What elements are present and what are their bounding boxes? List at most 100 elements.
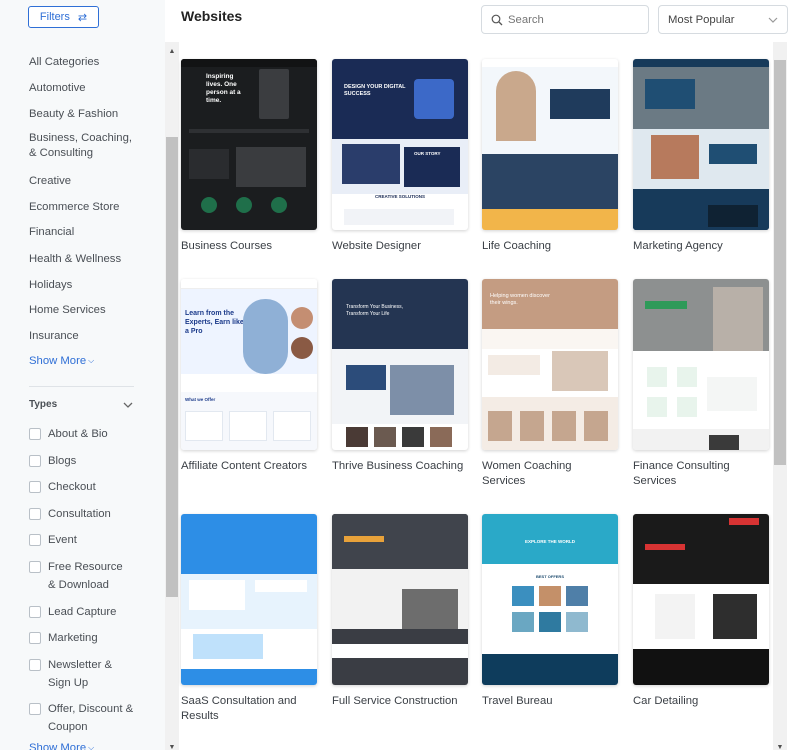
template-thumbnail: EXPLORE THE WORLD BEST OFFERS	[482, 514, 618, 685]
chevron-down-icon: ⌵	[88, 356, 95, 365]
type-checkout[interactable]: Checkout	[29, 480, 96, 496]
types-heading: Types	[29, 399, 58, 410]
template-card[interactable]: Full Service Construction	[332, 514, 468, 709]
type-offer-discount[interactable]: Offer, Discount & Coupon	[29, 702, 139, 736]
checkbox[interactable]	[29, 534, 41, 546]
template-card[interactable]: EXPLORE THE WORLD BEST OFFERS Travel Bur…	[482, 514, 618, 709]
category-business-coaching[interactable]: Business, Coaching, & Consulting	[29, 132, 139, 161]
scrollbar-thumb[interactable]	[166, 137, 178, 597]
chevron-down-icon: ⌵	[88, 743, 95, 750]
category-insurance[interactable]: Insurance	[29, 329, 79, 345]
template-thumbnail: Learn from the Experts, Earn like a Pro …	[181, 279, 317, 450]
template-card[interactable]: Transform Your Business, Transform Your …	[332, 279, 468, 474]
search-input[interactable]	[508, 13, 638, 26]
template-card[interactable]: Life Coaching	[482, 59, 618, 254]
template-title: Travel Bureau	[482, 695, 553, 707]
type-free-resource[interactable]: Free Resource & Download	[29, 560, 129, 594]
category-home-services[interactable]: Home Services	[29, 303, 106, 319]
category-label: All Categories	[29, 56, 100, 68]
template-card[interactable]: Learn from the Experts, Earn like a Pro …	[181, 279, 317, 474]
template-thumbnail: Inspiring lives. One person at a time.	[181, 59, 317, 230]
checkbox[interactable]	[29, 606, 41, 618]
template-title: Business Courses	[181, 240, 273, 252]
type-label: Free Resource & Download	[48, 561, 123, 591]
type-consultation[interactable]: Consultation	[29, 507, 111, 523]
thumb-headline: DESIGN YOUR DIGITAL SUCCESS	[344, 84, 406, 97]
checkbox[interactable]	[29, 703, 41, 715]
chevron-down-icon	[123, 402, 133, 408]
template-card[interactable]: DESIGN YOUR DIGITAL SUCCESS OUR STORY CR…	[332, 59, 468, 254]
checkbox[interactable]	[29, 561, 41, 573]
checkbox[interactable]	[29, 481, 41, 493]
scrollbar-thumb[interactable]	[774, 60, 786, 465]
category-all[interactable]: All Categories	[29, 55, 99, 71]
type-label: Consultation	[48, 508, 111, 520]
category-beauty-fashion[interactable]: Beauty & Fashion	[29, 107, 118, 123]
show-more-label: Show More	[29, 742, 87, 750]
sort-value: Most Popular	[668, 13, 735, 26]
template-card[interactable]: Helping women discover their wings. Wome…	[482, 279, 618, 489]
thumb-subheading: What we Offer	[185, 397, 216, 402]
filters-button[interactable]: Filters ⇄	[28, 6, 99, 28]
template-card[interactable]: SaaS Consultation and Results	[181, 514, 317, 724]
thumb-headline: EXPLORE THE WORLD	[524, 539, 575, 544]
category-health-wellness[interactable]: Health & Wellness	[29, 252, 121, 268]
sort-select[interactable]: Most Popular	[658, 5, 788, 34]
main-scrollbar[interactable]: ▼	[773, 42, 787, 751]
template-title: SaaS Consultation and Results	[181, 695, 297, 722]
show-more-categories[interactable]: Show More ⌵	[29, 355, 94, 367]
template-title: Finance Consulting Services	[633, 460, 730, 487]
template-thumbnail	[332, 514, 468, 685]
checkbox[interactable]	[29, 455, 41, 467]
category-label: Financial	[29, 226, 75, 238]
thumb-headline: Transform Your Business, Transform Your …	[346, 304, 404, 317]
thumb-headline: Inspiring lives. One person at a time.	[206, 73, 241, 104]
type-newsletter[interactable]: Newsletter & Sign Up	[29, 658, 129, 692]
scroll-down-arrow-icon[interactable]: ▼	[165, 740, 179, 754]
checkbox[interactable]	[29, 659, 41, 671]
checkbox[interactable]	[29, 508, 41, 520]
sidebar: Filters ⇄ All Categories Automotive Beau…	[0, 0, 165, 750]
type-blogs[interactable]: Blogs	[29, 454, 76, 470]
template-title: Website Designer	[332, 240, 421, 252]
type-label: Event	[48, 534, 77, 546]
category-creative[interactable]: Creative	[29, 174, 71, 190]
checkbox[interactable]	[29, 632, 41, 644]
checkbox[interactable]	[29, 428, 41, 440]
category-financial[interactable]: Financial	[29, 225, 74, 241]
type-marketing[interactable]: Marketing	[29, 631, 98, 647]
category-ecommerce[interactable]: Ecommerce Store	[29, 200, 119, 216]
thumb-subheading: OUR STORY	[414, 151, 441, 156]
category-holidays[interactable]: Holidays	[29, 278, 72, 294]
page-title: Websites	[181, 8, 243, 24]
template-thumbnail: Helping women discover their wings.	[482, 279, 618, 450]
type-lead-capture[interactable]: Lead Capture	[29, 605, 116, 621]
sidebar-scrollbar[interactable]: ▲ ▼	[165, 42, 179, 751]
template-title: Full Service Construction	[332, 695, 458, 707]
template-thumbnail	[482, 59, 618, 230]
type-event[interactable]: Event	[29, 533, 77, 549]
type-label: Marketing	[48, 632, 98, 644]
template-card[interactable]: Car Detailing	[633, 514, 769, 709]
template-title: Marketing Agency	[633, 240, 723, 252]
type-label: Lead Capture	[48, 606, 117, 618]
template-thumbnail	[633, 59, 769, 230]
category-label: Health & Wellness	[29, 253, 122, 265]
type-about-bio[interactable]: About & Bio	[29, 427, 108, 443]
search-box[interactable]	[481, 5, 649, 34]
sliders-icon: ⇄	[77, 11, 88, 24]
scroll-up-arrow-icon[interactable]: ▲	[165, 44, 179, 58]
template-thumbnail: DESIGN YOUR DIGITAL SUCCESS OUR STORY CR…	[332, 59, 468, 230]
template-card[interactable]: Marketing Agency	[633, 59, 769, 254]
template-thumbnail	[181, 514, 317, 685]
category-label: Business, Coaching, & Consulting	[29, 132, 132, 159]
scroll-down-arrow-icon[interactable]: ▼	[773, 740, 787, 754]
show-more-types[interactable]: Show More ⌵	[29, 742, 94, 750]
template-card[interactable]: Finance Consulting Services	[633, 279, 769, 489]
template-title: Women Coaching Services	[482, 460, 572, 487]
category-automotive[interactable]: Automotive	[29, 81, 86, 97]
type-label: About & Bio	[48, 428, 108, 440]
types-section-header[interactable]: Types	[29, 399, 133, 410]
show-more-label: Show More	[29, 355, 87, 367]
template-card[interactable]: Inspiring lives. One person at a time. B…	[181, 59, 317, 254]
